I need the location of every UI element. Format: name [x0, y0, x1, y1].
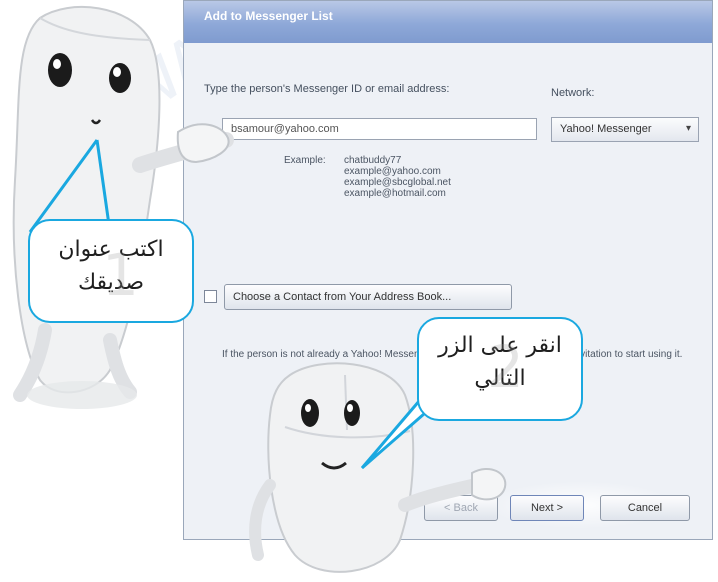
cancel-button[interactable]: Cancel [600, 495, 690, 521]
step-number-1: 1 [102, 241, 139, 309]
messenger-id-input[interactable]: bsamour@yahoo.com [222, 118, 537, 140]
network-select[interactable]: Yahoo! Messenger ▾ [551, 117, 699, 142]
examples-block: Example: chatbuddy77 example@yahoo.com e… [284, 155, 451, 199]
example-item: chatbuddy77 [344, 155, 402, 166]
example-item: example@hotmail.com [344, 188, 446, 199]
step-number-2: 2 [487, 333, 524, 401]
example-item: example@sbcglobal.net [344, 177, 451, 188]
network-select-value: Yahoo! Messenger [560, 123, 652, 135]
example-label: Example: [284, 155, 326, 166]
title-bar: Add to Messenger List [184, 1, 712, 43]
chevron-down-icon: ▾ [685, 123, 691, 134]
example-item: example@yahoo.com [344, 166, 441, 177]
next-button[interactable]: Next > [510, 495, 584, 521]
network-label: Network: [551, 87, 595, 99]
choose-contact-button[interactable]: Choose a Contact from Your Address Book.… [224, 284, 512, 310]
instruction-bubble-2: انقر على الزر التالي 2 [417, 317, 583, 421]
instruction-bubble-1: اكتب عنوان صديقك 1 [28, 219, 194, 323]
mouse-mascot-left [12, 6, 234, 409]
